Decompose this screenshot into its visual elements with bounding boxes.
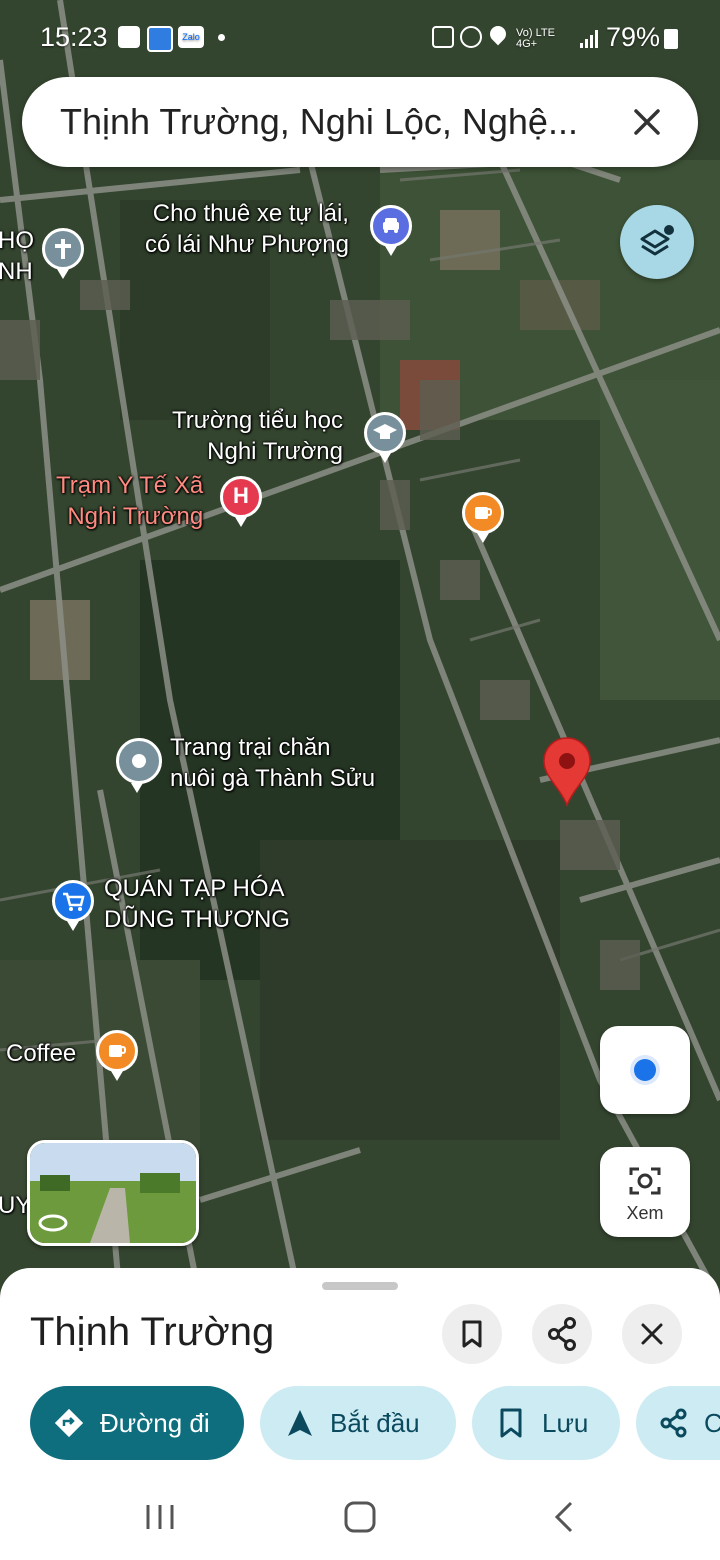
save-label: Lưu [542, 1408, 589, 1438]
graduation-cap-icon [373, 424, 397, 439]
recent-apps-icon[interactable] [140, 1497, 180, 1537]
poi-label-line: Trường tiểu học [172, 407, 343, 434]
poi-label-line: Nghi Trường [67, 503, 204, 530]
location-dot-icon [132, 754, 146, 768]
directions-button[interactable]: Đường đi [30, 1386, 244, 1460]
home-app-icon [147, 26, 173, 52]
close-sheet-button[interactable] [622, 1304, 682, 1364]
network-status: Vo) LTE 4G+ [516, 27, 555, 50]
start-navigation-button[interactable]: Bắt đầu [260, 1386, 456, 1460]
poi-label-line: có lái Như Phượng [145, 231, 349, 258]
poi-label-line: nuôi gà Thành Sửu [170, 765, 376, 792]
poi-label-line: QUÁN TẠP HÓA [104, 875, 285, 902]
system-navigation-bar [0, 1475, 720, 1560]
school-pin-icon[interactable] [364, 412, 406, 463]
bookmark-icon [500, 1408, 522, 1438]
back-icon[interactable] [545, 1497, 585, 1537]
search-query[interactable]: Thịnh Trường, Nghi Lộc, Nghệ... [60, 101, 578, 143]
save-place-button[interactable] [442, 1304, 502, 1364]
store-pin-icon[interactable] [52, 880, 94, 931]
start-label: Bắt đầu [330, 1408, 420, 1438]
my-location-icon [634, 1059, 656, 1081]
lens-view-label: Xem [626, 1203, 664, 1223]
poi-label-line: Nghi Trường [207, 438, 343, 465]
share-chip-button[interactable]: C [636, 1386, 720, 1460]
clear-search-icon[interactable] [622, 97, 672, 147]
share-label: C [704, 1408, 720, 1438]
status-bar: 15:23 Zalo Vo) LTE 4G+ 79% [0, 0, 720, 76]
cafe-pin-icon[interactable] [462, 492, 504, 543]
location-status-icon [486, 22, 510, 46]
poi-label-line: NH [0, 258, 33, 285]
bookmark-icon [462, 1320, 482, 1348]
poi-label-clinic[interactable]: Trạm Y Tế Xã Nghi Trường [56, 470, 203, 532]
save-chip-button[interactable]: Lưu [472, 1386, 620, 1460]
screen-record-icon [432, 26, 454, 48]
car-icon [383, 218, 399, 233]
navigation-arrow-icon [288, 1410, 312, 1436]
directions-label: Đường đi [100, 1408, 210, 1438]
lens-view-button[interactable]: Xem [600, 1147, 690, 1237]
shopping-cart-icon [63, 892, 85, 911]
notification-dot-icon [218, 34, 225, 41]
360-rotate-icon [38, 1214, 68, 1232]
car-rental-pin-icon[interactable] [370, 205, 412, 256]
coffee-cup-icon [109, 1045, 126, 1057]
poi-label-left-top: HỌ NH [0, 225, 34, 287]
poi-label-car-rental[interactable]: Cho thuê xe tự lái, có lái Như Phượng [145, 198, 349, 260]
cross-icon [55, 239, 71, 259]
poi-label-line: Trang trại chăn [170, 734, 331, 761]
hospital-pin-icon[interactable]: H [220, 476, 262, 527]
coffee-cup-icon [475, 507, 492, 519]
layers-button[interactable] [620, 205, 694, 279]
share-icon [548, 1317, 576, 1351]
battery-percent: 79% [605, 22, 660, 52]
my-location-button[interactable] [600, 1026, 690, 1114]
street-view-thumbnail[interactable] [27, 1140, 199, 1246]
poi-label-store[interactable]: QUÁN TẠP HÓA DŨNG THƯƠNG [104, 873, 290, 935]
poi-label-coffee[interactable]: Coffee [6, 1038, 76, 1069]
signal-bars-icon [580, 30, 598, 48]
poi-label-school[interactable]: Trường tiểu học Nghi Trường [172, 405, 343, 467]
home-icon[interactable] [340, 1497, 380, 1537]
close-icon [641, 1323, 663, 1345]
share-icon [660, 1408, 687, 1438]
selected-location-marker-icon[interactable] [540, 735, 594, 807]
poi-label-farm[interactable]: Trang trại chăn nuôi gà Thành Sửu [170, 732, 375, 794]
poi-label-line: Cho thuê xe tự lái, [152, 200, 349, 227]
poi-label-line: Trạm Y Tế Xã [56, 472, 204, 499]
farm-pin-icon[interactable] [116, 738, 162, 793]
lens-camera-icon [629, 1167, 661, 1195]
share-place-button[interactable] [532, 1304, 592, 1364]
poi-label-line: DŨNG THƯƠNG [104, 906, 290, 933]
sheet-drag-handle[interactable] [322, 1282, 398, 1290]
coffee-pin-icon[interactable] [96, 1030, 138, 1081]
shopee-icon [118, 26, 140, 48]
layers-icon [640, 225, 674, 256]
church-pin-icon[interactable] [42, 228, 84, 279]
zalo-icon: Zalo [178, 26, 204, 48]
status-time: 15:23 [40, 22, 108, 52]
place-title: Thịnh Trường [30, 1310, 275, 1354]
hospital-h-icon: H [233, 483, 249, 508]
directions-icon [54, 1408, 84, 1438]
battery-icon [664, 29, 678, 49]
search-bar[interactable]: Thịnh Trường, Nghi Lộc, Nghệ... [22, 77, 698, 167]
alarm-icon [460, 26, 482, 48]
poi-label-line: HỌ [0, 227, 34, 254]
